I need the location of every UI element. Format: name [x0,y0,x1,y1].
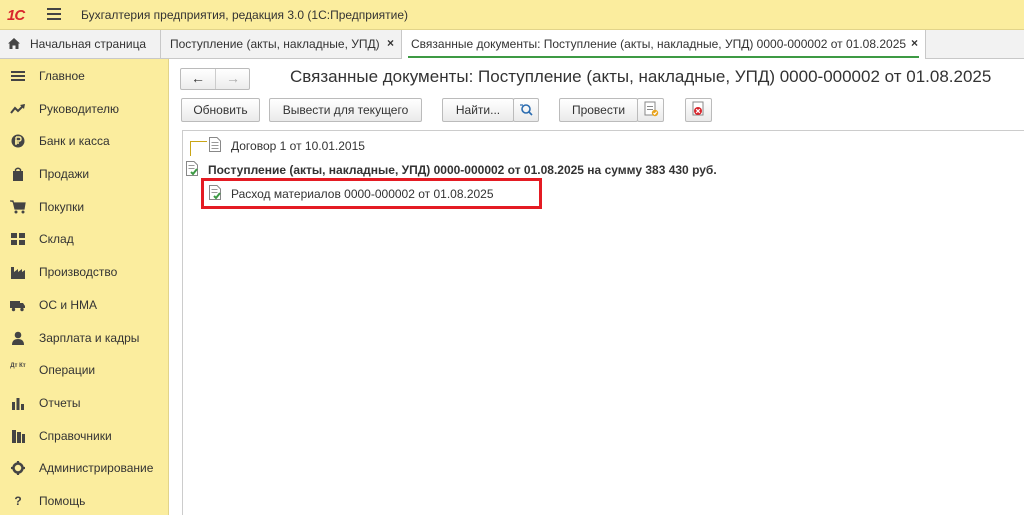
sidebar-item-payroll[interactable]: Зарплата и кадры [0,322,168,354]
sidebar-item-label: Администрирование [39,461,154,475]
sidebar: Главное Руководителю Банк и касса Продаж… [0,59,169,515]
factory-icon [11,267,25,279]
menu-icon [11,71,25,81]
hamburger-menu-icon[interactable] [47,8,61,23]
search-cancel-icon [520,104,533,116]
sidebar-item-label: Главное [39,69,85,83]
page-title: Связанные документы: Поступление (акты, … [290,67,992,86]
sidebar-item-production[interactable]: Производство [0,256,168,288]
sidebar-item-label: Отчеты [39,396,81,410]
person-icon [12,331,24,345]
sidebar-item-label: Зарплата и кадры [39,331,140,345]
unpost-button[interactable] [685,98,712,122]
active-tab-indicator [408,56,919,58]
sidebar-item-label: Производство [39,265,118,279]
sidebar-item-label: Склад [39,232,74,246]
trend-icon [10,104,25,114]
sidebar-item-operations[interactable]: Дт Кт Операции [0,354,168,386]
sidebar-item-label: Покупки [39,200,85,214]
back-button[interactable]: ← [181,69,216,89]
tab-related-documents[interactable]: Связанные документы: Поступление (акты, … [402,30,926,59]
tree-row-label: Поступление (акты, накладные, УПД) 0000-… [208,163,717,177]
post-and-close-button[interactable] [637,98,664,122]
document-icon [209,137,221,152]
sidebar-item-admin[interactable]: Администрирование [0,452,168,484]
bag-icon [13,167,23,181]
sidebar-item-label: Руководителю [39,102,120,116]
title-bar: 1С Бухгалтерия предприятия, редакция 3.0… [0,0,1024,30]
truck-icon [10,301,25,312]
sidebar-item-label: Справочники [39,429,112,443]
sidebar-item-label: Продажи [39,167,90,181]
post-document-icon [644,101,659,117]
cancel-search-button[interactable] [513,98,539,122]
sidebar-item-assets[interactable]: ОС и НМА [0,289,168,321]
cart-icon [10,200,26,214]
sidebar-item-main[interactable]: Главное [0,60,168,92]
tab-home-label: Начальная страница [30,37,147,51]
app-title: Бухгалтерия предприятия, редакция 3.0 (1… [81,8,409,22]
forward-button[interactable]: → [216,69,250,89]
sidebar-item-label: Операции [39,363,96,377]
tab-bar: Начальная страница Поступление (акты, на… [0,30,1024,59]
grid-icon [11,233,25,245]
question-icon: ? [14,494,22,508]
sidebar-item-sales[interactable]: Продажи [0,158,168,190]
history-nav: ← → [180,68,250,90]
tab-related-label: Связанные документы: Поступление (акты, … [411,37,907,51]
close-icon[interactable]: × [911,36,918,50]
tab-receipts[interactable]: Поступление (акты, накладные, УПД) × [161,30,402,58]
sidebar-item-label: ОС и НМА [39,298,98,312]
tab-receipts-label: Поступление (акты, накладные, УПД) [170,37,380,51]
sidebar-item-reports[interactable]: Отчеты [0,387,168,419]
unpost-document-icon [692,101,704,116]
sidebar-item-label: Банк и касса [39,134,110,148]
tab-home[interactable]: Начальная страница [0,30,161,58]
sidebar-item-help[interactable]: ? Помощь [0,485,168,517]
sidebar-item-label: Помощь [39,494,86,508]
sidebar-item-bank[interactable]: Банк и касса [0,125,168,157]
bar-chart-icon [12,398,24,410]
post-button[interactable]: Провести [559,98,638,122]
app-logo[interactable]: 1С [7,7,25,24]
ruble-icon [11,134,25,148]
sidebar-item-manager[interactable]: Руководителю [0,93,168,125]
show-current-button[interactable]: Вывести для текущего [269,98,422,122]
dt-kt-icon: Дт Кт [10,363,26,369]
highlight-annotation [201,178,542,209]
main-content: ← → Связанные документы: Поступление (ак… [170,59,1024,515]
sidebar-item-purchases[interactable]: Покупки [0,191,168,223]
refresh-button[interactable]: Обновить [181,98,260,122]
books-icon [12,430,25,443]
sidebar-item-warehouse[interactable]: Склад [0,223,168,255]
tree-row-label: Договор 1 от 10.01.2015 [231,139,365,153]
posted-document-icon [186,161,198,176]
gear-icon [11,461,25,475]
find-button[interactable]: Найти... [442,98,514,122]
sidebar-item-references[interactable]: Справочники [0,420,168,452]
tree-branch-line [190,141,207,156]
close-icon[interactable]: × [387,36,394,50]
home-icon [8,38,20,49]
